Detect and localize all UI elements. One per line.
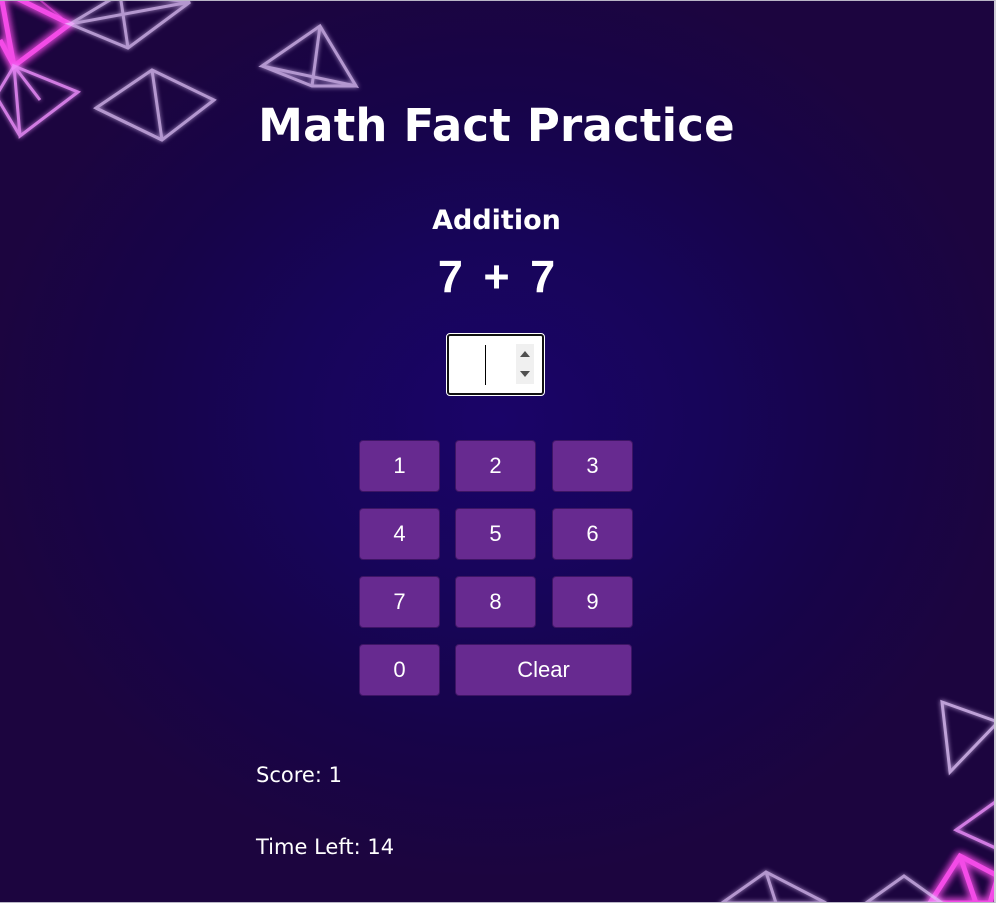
key-4-button[interactable]: 4: [359, 508, 440, 560]
score-display: Score: 1: [256, 761, 342, 789]
operand-b: 7: [530, 251, 556, 302]
number-spinner[interactable]: [516, 344, 534, 384]
key-6-button[interactable]: 6: [552, 508, 633, 560]
key-7-button[interactable]: 7: [359, 576, 440, 628]
timer-display: Time Left: 14: [256, 833, 394, 861]
neon-triangle-icon: [258, 23, 360, 89]
key-5-button[interactable]: 5: [455, 508, 536, 560]
number-keypad: 1 2 3 4 5 6 7 8 9 0 Clear: [359, 440, 633, 697]
score-label: Score:: [256, 763, 322, 787]
operator-symbol: +: [483, 251, 510, 302]
neon-triangle-icon: [39, 0, 63, 19]
spinner-increment-button[interactable]: [516, 344, 534, 364]
key-0-button[interactable]: 0: [359, 644, 440, 696]
key-8-button[interactable]: 8: [455, 576, 536, 628]
page-title: Math Fact Practice: [258, 99, 735, 152]
neon-triangle-icon: [719, 870, 827, 903]
neon-triangle-icon: [927, 852, 996, 903]
neon-triangle-icon: [940, 699, 996, 776]
math-problem: 7 + 7: [0, 250, 993, 304]
key-3-button[interactable]: 3: [552, 440, 633, 492]
neon-triangle-icon: [953, 799, 996, 850]
operand-a: 7: [437, 251, 463, 302]
key-2-button[interactable]: 2: [455, 440, 536, 492]
text-caret: [485, 345, 486, 385]
key-1-button[interactable]: 1: [359, 440, 440, 492]
clear-button[interactable]: Clear: [455, 644, 632, 696]
score-value: 1: [328, 763, 342, 787]
neon-triangle-icon: [64, 0, 191, 50]
key-9-button[interactable]: 9: [552, 576, 633, 628]
neon-triangle-icon: [863, 874, 945, 903]
answer-field[interactable]: [446, 333, 545, 396]
answer-input[interactable]: [449, 336, 515, 393]
chevron-up-icon: [520, 351, 530, 357]
neon-triangle-icon: [0, 0, 75, 71]
operation-label: Addition: [432, 205, 561, 236]
chevron-down-icon: [520, 371, 530, 377]
time-left-label: Time Left:: [256, 835, 361, 859]
time-left-value: 14: [367, 835, 395, 859]
spinner-decrement-button[interactable]: [516, 364, 534, 384]
